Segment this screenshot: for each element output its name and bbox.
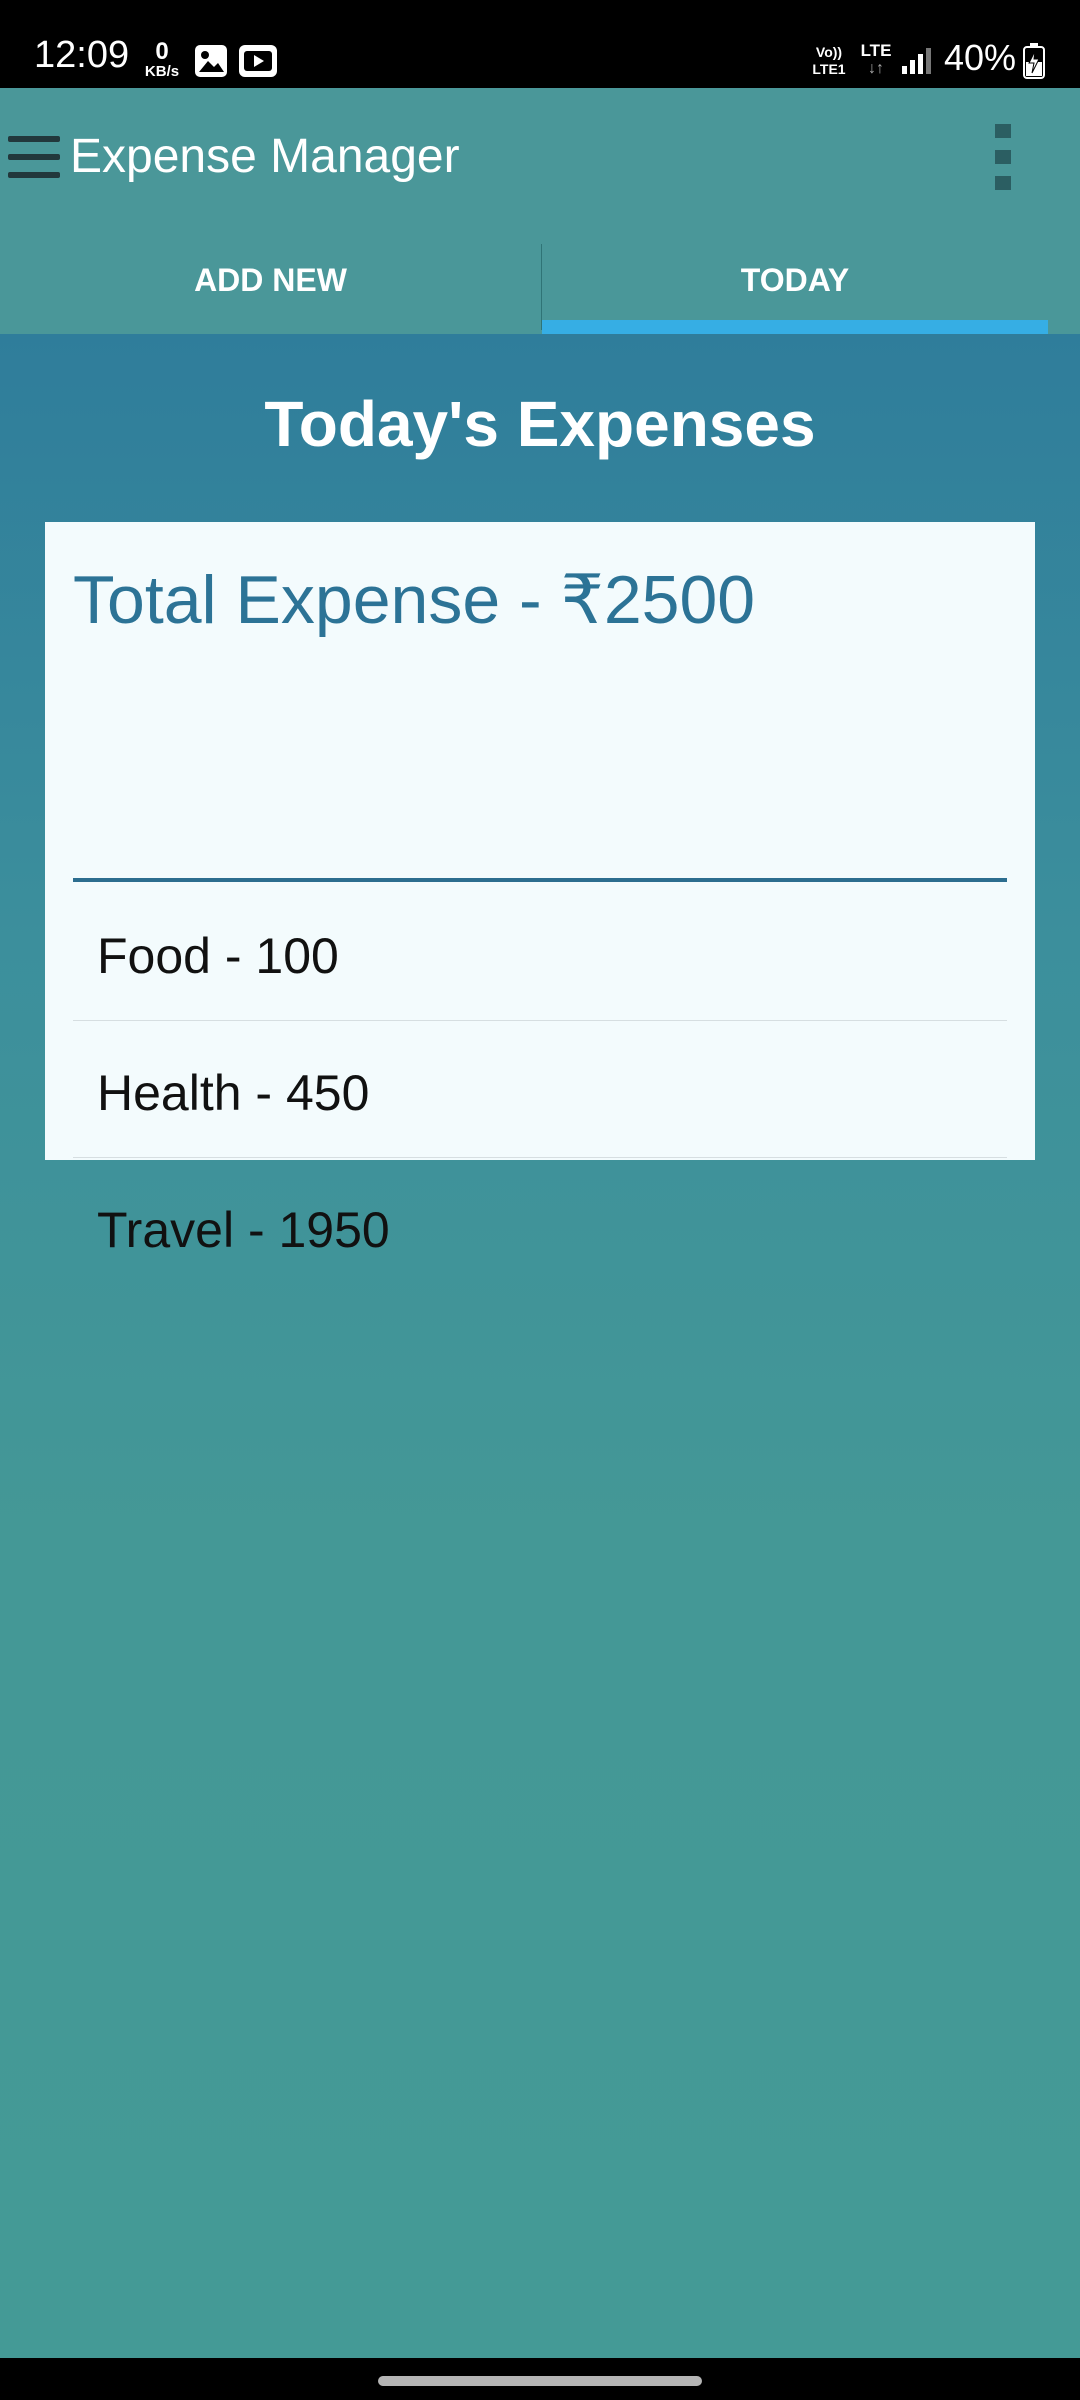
expense-item-label: Food - 100 [97,928,339,984]
tab-add-new[interactable]: ADD NEW [0,236,541,334]
total-expense-label: Total Expense - ₹2500 [73,562,756,638]
expense-item-food[interactable]: Food - 100 [73,884,1007,1021]
youtube-icon [238,44,278,78]
screen: 12:09 0 KB/s Vo)) LTE1 LTE ↓↑ 40% Expens… [0,0,1080,2400]
expense-item-label: Health - 450 [97,1065,370,1121]
more-vert-icon[interactable] [990,124,1016,190]
gallery-icon [194,44,228,78]
volte-sim-label: LTE1 [812,61,846,77]
expense-list: Food - 100 Health - 450 Travel - 1950 [73,884,1007,1295]
lte-indicator: LTE ↓↑ [858,42,894,78]
total-divider [73,878,1007,882]
battery-charging-icon [1022,42,1046,80]
status-time: 12:09 [34,34,130,76]
volte-indicator: Vo)) LTE1 [806,44,852,78]
content-area: Today's Expenses Total Expense - ₹2500 F… [0,334,1080,2358]
app-title: Expense Manager [70,130,460,183]
network-speed-value: 0 [155,38,169,65]
data-activity-icon: ↓↑ [868,60,884,77]
status-bar: 12:09 0 KB/s Vo)) LTE1 LTE ↓↑ 40% [0,0,1080,88]
expense-item-travel[interactable]: Travel - 1950 [73,1158,1007,1295]
volte-label: Vo)) [815,44,843,60]
expense-item-label: Travel - 1950 [97,1202,390,1258]
home-gesture-handle[interactable] [378,2376,702,2386]
lte-label: LTE [860,41,892,60]
battery-percent: 40% [944,37,1017,78]
hamburger-menu-icon[interactable] [6,130,62,186]
signal-strength-icon [900,46,932,76]
tab-selected-indicator [542,320,1048,334]
page-heading: Today's Expenses [264,388,816,460]
expenses-card: Total Expense - ₹2500 Food - 100 Health … [45,522,1035,1258]
network-speed-unit: KB/s [144,63,180,80]
tab-bar: ADD NEW TODAY [0,236,1080,334]
network-speed-indicator: 0 KB/s [140,38,184,80]
expense-item-health[interactable]: Health - 450 [73,1021,1007,1158]
navigation-bar [0,2358,1080,2400]
app-bar: Expense Manager [0,88,1080,236]
